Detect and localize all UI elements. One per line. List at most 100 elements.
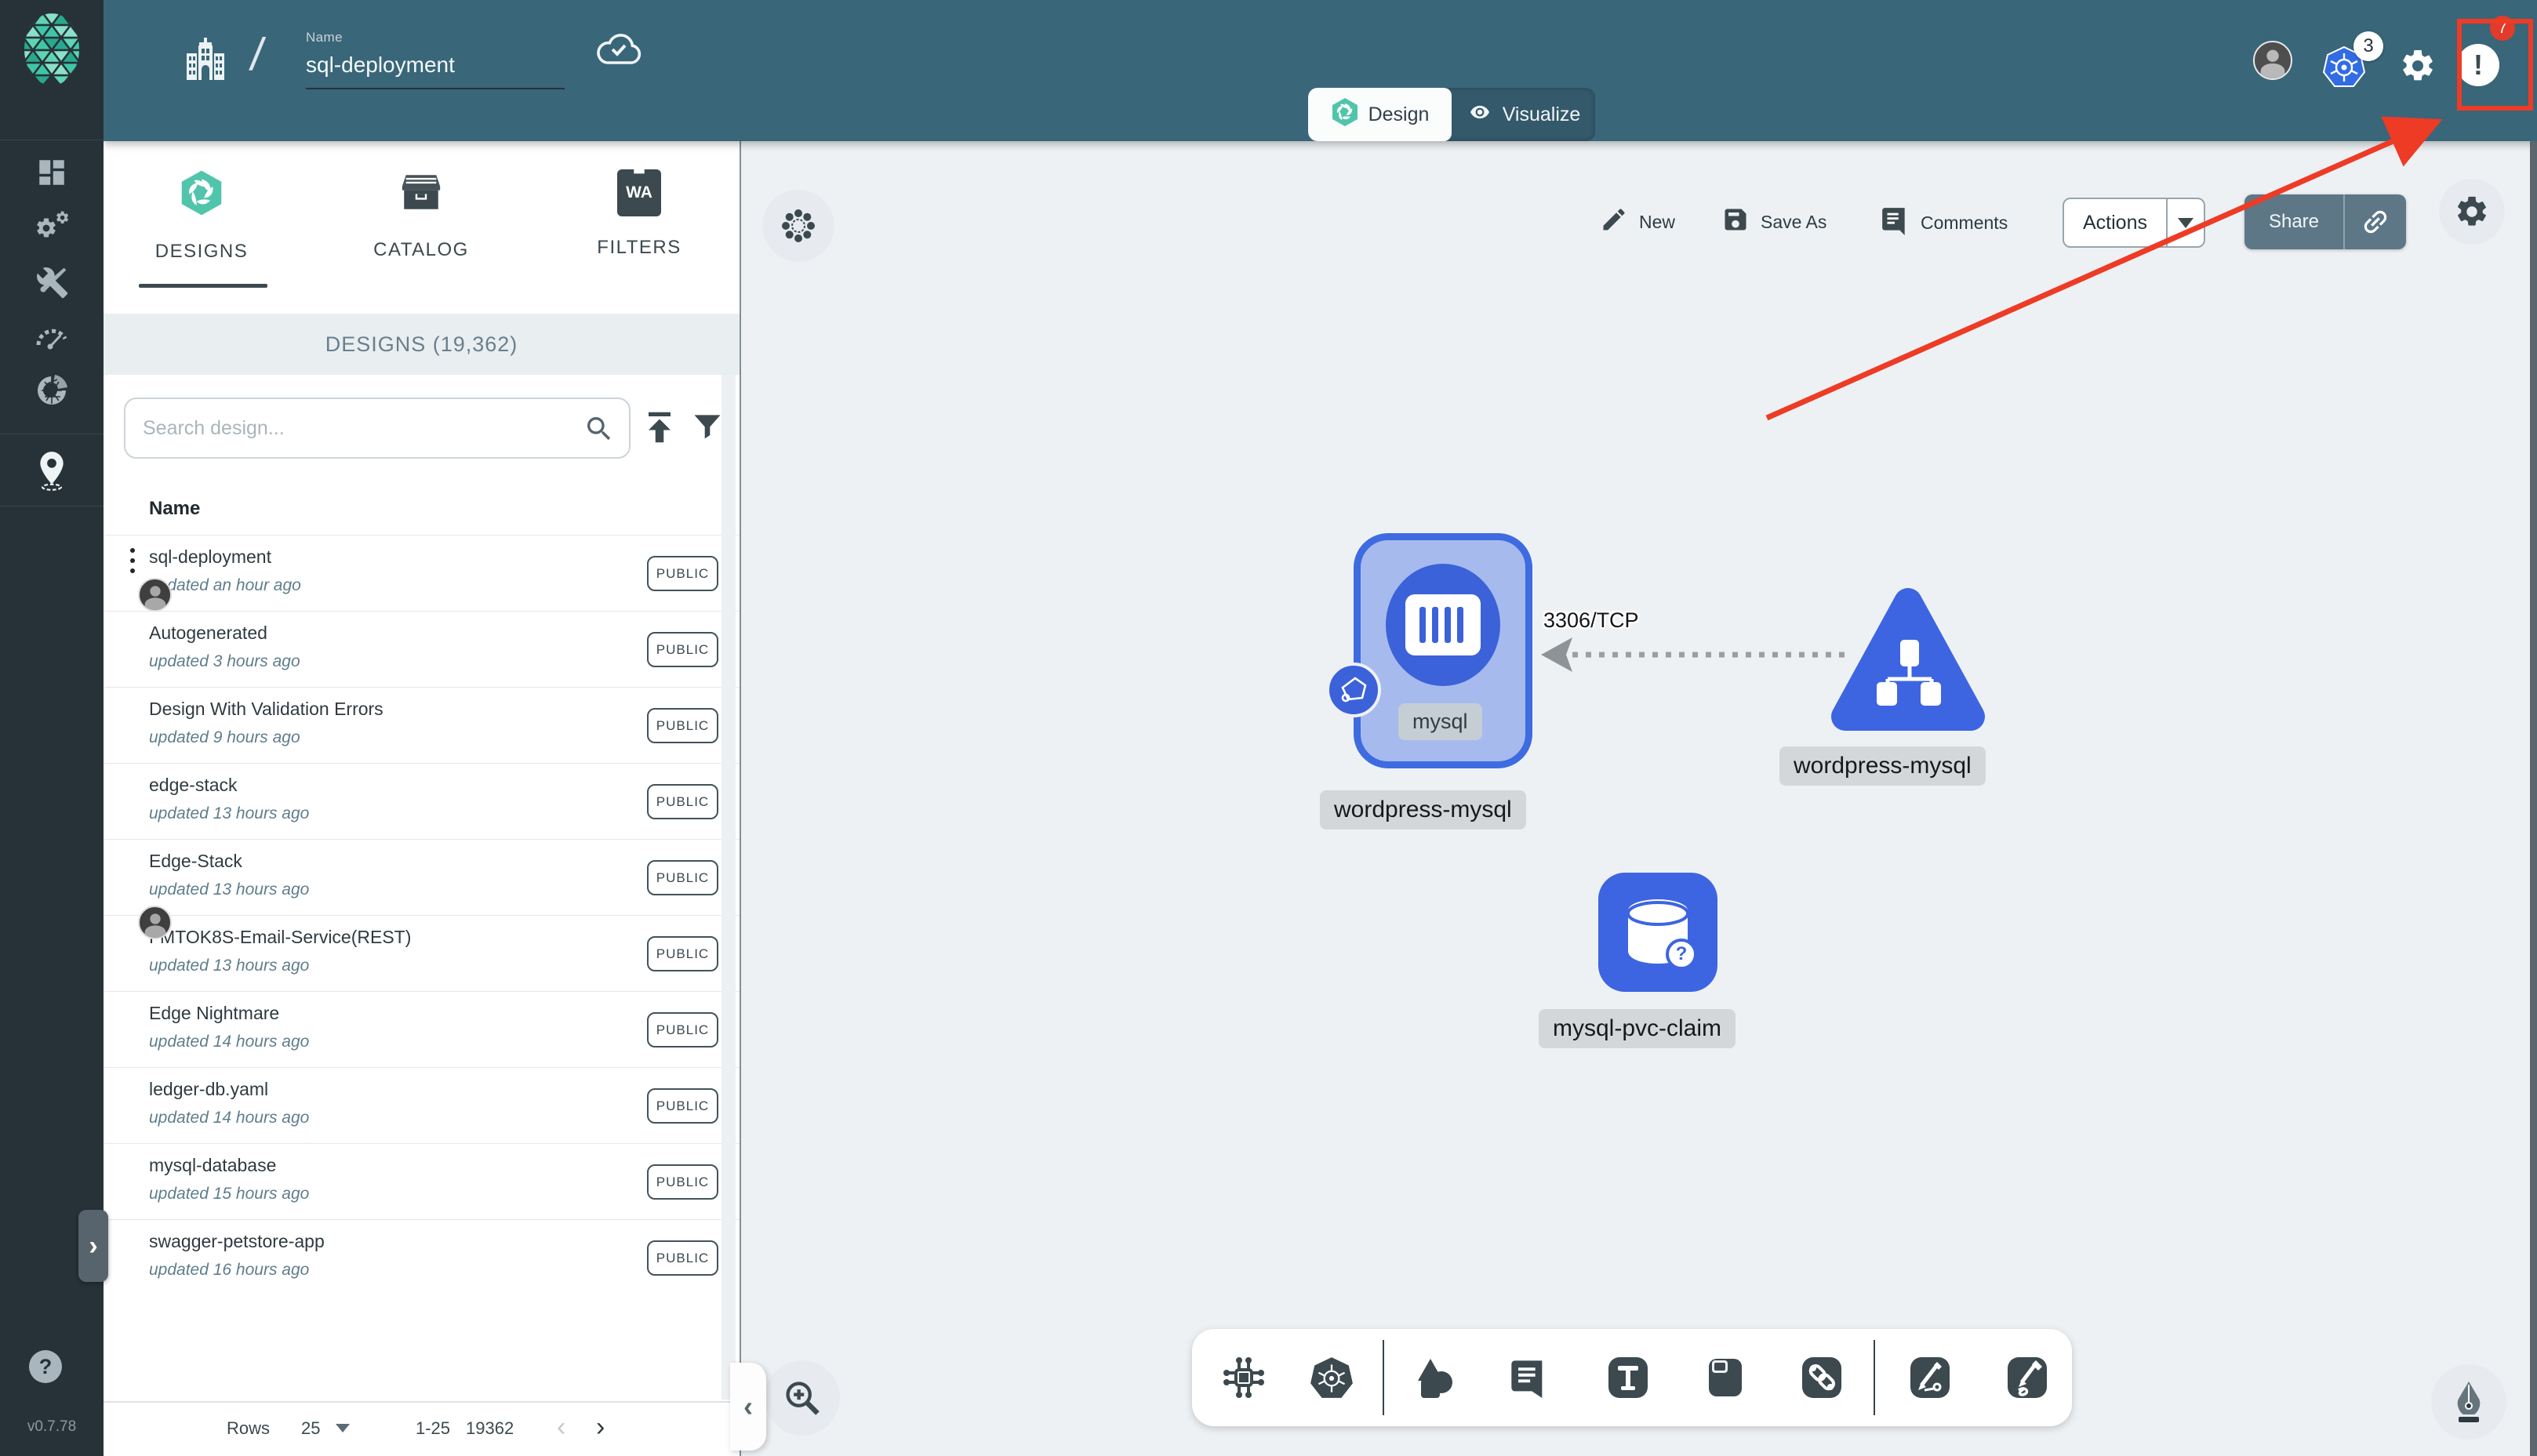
search-icon[interactable] — [583, 413, 615, 448]
comment-tool-icon[interactable] — [1505, 1354, 1552, 1401]
page-scrollbar[interactable] — [2530, 141, 2537, 1456]
design-updated: updated 3 hours ago — [149, 652, 300, 670]
floppy-save-icon — [1721, 205, 1750, 238]
canvas-settings-gear-icon[interactable] — [2439, 179, 2505, 245]
sidebar-item-performance[interactable] — [0, 312, 104, 362]
chevron-left-icon: ‹ — [743, 1390, 753, 1422]
design-updated: updated 13 hours ago — [149, 804, 310, 822]
sidebar-item-dashboard[interactable] — [0, 147, 104, 198]
meshery-pentagon-badge[interactable] — [1326, 663, 1381, 717]
panel-tab-designs[interactable]: DESIGNS — [115, 169, 288, 263]
view-mode-tabs: Design Visualize — [1308, 88, 1595, 141]
service-hierarchy-icon — [1874, 637, 1944, 711]
component-icon[interactable] — [1220, 1354, 1267, 1401]
pvc-node[interactable]: ? — [1598, 873, 1717, 992]
panel-collapse-handle[interactable]: ‹ — [730, 1363, 766, 1451]
share-button[interactable]: Share — [2244, 194, 2406, 249]
chevron-down-icon[interactable] — [336, 1424, 350, 1432]
service-label-chip: wordpress-mysql — [1779, 746, 1986, 786]
design-list-item[interactable]: ledger-db.yaml updated 14 hours ago PUBL… — [104, 1067, 740, 1143]
sidebar-item-configuration[interactable] — [0, 257, 104, 307]
actions-button[interactable]: Actions — [2063, 198, 2205, 248]
layer5-logo[interactable] — [24, 13, 80, 90]
save-as-button[interactable]: Save As — [1721, 205, 1826, 238]
design-list-item[interactable]: sql-deployment updated an hour ago PUBLI… — [104, 535, 740, 612]
design-list-item[interactable]: Design With Validation Errors updated 9 … — [104, 687, 740, 763]
settings-gear-icon[interactable] — [2399, 47, 2437, 89]
name-field-value[interactable]: sql-deployment — [306, 53, 565, 78]
save-as-button-label: Save As — [1761, 211, 1827, 232]
filter-funnel-icon[interactable] — [690, 409, 725, 448]
design-list-item[interactable]: Edge-Stack updated 13 hours ago PUBLIC — [104, 839, 740, 939]
panel-tab-filters[interactable]: WA FILTERS — [553, 169, 725, 259]
active-tab-underline — [139, 284, 267, 288]
comments-button[interactable]: Comments — [1880, 205, 2008, 240]
design-list-item[interactable]: Autogenerated updated 3 hours ago PUBLIC — [104, 611, 740, 687]
column-header-name: Name — [149, 498, 201, 519]
design-list-item[interactable]: Edge Nightmare updated 14 hours ago PUBL… — [104, 991, 740, 1067]
prev-page-icon[interactable]: ‹ — [557, 1412, 565, 1443]
copy-link-icon[interactable] — [2345, 206, 2406, 238]
kubernetes-context-count-badge[interactable]: 3 — [2353, 31, 2383, 61]
chevron-down-icon — [2178, 217, 2194, 228]
toolbar-divider — [1383, 1340, 1384, 1415]
wasm-filters-icon: WA — [617, 169, 661, 216]
zoom-in-icon[interactable] — [765, 1360, 840, 1436]
panel-tab-designs-label: DESIGNS — [154, 241, 249, 262]
eye-icon — [1467, 102, 1493, 128]
text-tool-icon[interactable] — [1605, 1354, 1652, 1401]
design-updated: updated 14 hours ago — [149, 1109, 310, 1127]
rows-per-page-select[interactable]: 25 — [301, 1418, 320, 1439]
shapes-icon[interactable] — [1412, 1354, 1459, 1401]
design-name: swagger-petstore-app — [149, 1231, 325, 1251]
kubernetes-icon[interactable] — [1308, 1354, 1355, 1401]
rows-label: Rows — [227, 1418, 271, 1438]
link-tool-icon[interactable] — [1798, 1354, 1845, 1401]
design-updated: updated 15 hours ago — [149, 1185, 310, 1203]
design-list-item[interactable]: mysql-database updated 15 hours ago PUBL… — [104, 1143, 740, 1219]
tab-design[interactable]: Design — [1308, 88, 1452, 141]
row-menu-icon[interactable] — [130, 548, 136, 579]
search-input[interactable] — [143, 399, 582, 457]
design-canvas[interactable]: New Save As Comments Actions Share 3306/… — [730, 141, 2537, 1456]
design-list-item[interactable]: FMTOK8S-Email-Service(REST) updated 13 h… — [104, 915, 740, 991]
next-page-icon[interactable]: › — [596, 1412, 605, 1443]
panel-scrollbar[interactable] — [721, 375, 736, 1400]
sidebar-item-lifecycle[interactable] — [0, 202, 104, 252]
sidebar-expand-handle[interactable]: › — [78, 1210, 108, 1282]
pagination-total: 19362 — [466, 1418, 514, 1438]
pen-nib-icon[interactable] — [2431, 1364, 2506, 1440]
deployment-node[interactable]: mysql — [1354, 533, 1532, 768]
help-button[interactable]: ? — [29, 1350, 62, 1383]
dashboard-icon — [35, 156, 68, 189]
organization-building-icon[interactable] — [185, 38, 226, 84]
edge-style-icon[interactable] — [1906, 1354, 1954, 1401]
upload-design-icon[interactable] — [643, 409, 676, 449]
design-list-item[interactable]: edge-stack updated 13 hours ago PUBLIC — [104, 763, 740, 839]
pagination-range: 1-25 — [416, 1418, 451, 1438]
panel-tabs: DESIGNS CATALOG WA FILTERS — [104, 141, 740, 314]
panel-tab-catalog[interactable]: CATALOG — [335, 169, 507, 261]
sidebar-item-extensions[interactable] — [0, 365, 104, 416]
performance-gauge-icon — [34, 321, 70, 353]
sidebar-item-kanvas[interactable] — [0, 445, 104, 496]
design-name-field[interactable]: Name sql-deployment — [306, 30, 565, 89]
designs-panel: DESIGNS CATALOG WA FILTERS DESIGNS (19,3… — [104, 141, 741, 1456]
user-avatar[interactable] — [2253, 41, 2292, 80]
design-list: sql-deployment updated an hour ago PUBLI… — [104, 535, 740, 1295]
toolbar-divider — [1874, 1340, 1875, 1415]
actions-dropdown-toggle[interactable] — [2168, 217, 2204, 228]
service-node[interactable] — [1830, 585, 1986, 738]
cloud-sync-icon[interactable] — [596, 33, 642, 70]
visibility-badge: PUBLIC — [647, 936, 718, 971]
note-tool-icon[interactable] — [1702, 1354, 1749, 1401]
configuration-tools-icon — [35, 265, 69, 300]
freehand-draw-icon[interactable] — [2004, 1354, 2051, 1401]
new-button[interactable]: New — [1600, 205, 1675, 238]
design-updated: updated 13 hours ago — [149, 880, 310, 899]
dot-grid-icon[interactable] — [762, 190, 834, 262]
comments-button-label: Comments — [1921, 212, 2008, 233]
design-name: Design With Validation Errors — [149, 699, 383, 719]
design-list-item[interactable]: swagger-petstore-app updated 16 hours ag… — [104, 1219, 740, 1295]
tab-visualize[interactable]: Visualize — [1452, 88, 1595, 141]
